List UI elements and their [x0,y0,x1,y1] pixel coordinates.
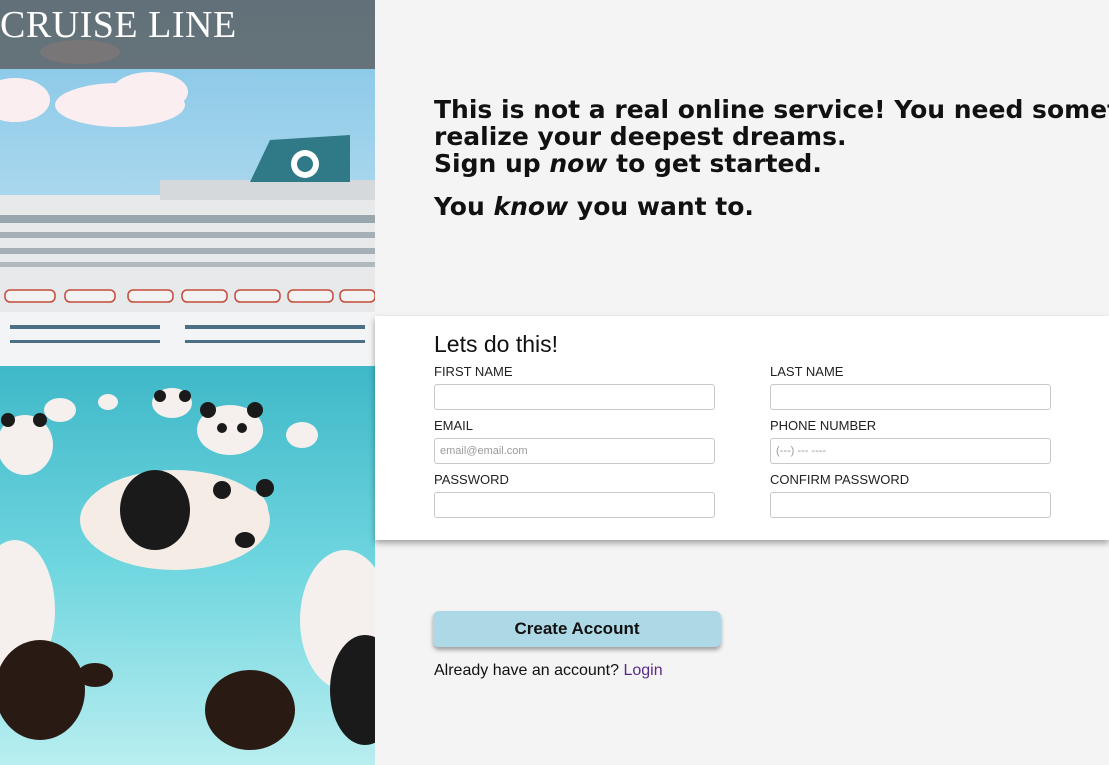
intro-line-3: Sign up now to get started. [434,149,822,178]
confirm-password-input[interactable] [770,492,1051,518]
intro-heading: This is not a real online service! You n… [434,96,1109,220]
last-name-label: LAST NAME [770,364,844,379]
login-prompt: Already have an account? Login [434,662,663,680]
phone-label: PHONE NUMBER [770,418,877,433]
phone-input[interactable] [770,438,1051,464]
first-name-input[interactable] [434,384,715,410]
create-account-button[interactable]: Create Account [433,611,721,647]
intro-line-2: realize your deepest dreams. [434,122,847,151]
signup-form: Lets do this! FIRST NAME LAST NAME EMAIL… [375,316,1109,540]
password-input[interactable] [434,492,715,518]
cruise-ship-pandas-illustration [0,0,375,765]
brand-bar: CRUISE LINE [0,0,375,69]
hero-image: CRUISE LINE [0,0,375,765]
intro-line-4: You know you want to. [434,192,754,220]
first-name-label: FIRST NAME [434,364,513,379]
confirm-password-label: CONFIRM PASSWORD [770,472,910,487]
brand-title: CRUISE LINE [0,4,237,46]
email-label: EMAIL [434,418,474,433]
form-title: Lets do this! [434,331,559,357]
password-label: PASSWORD [434,472,509,487]
email-input[interactable] [434,438,715,464]
intro-line-1: This is not a real online service! You n… [434,96,1109,124]
last-name-input[interactable] [770,384,1051,410]
login-prompt-text: Already have an account? [434,662,620,679]
login-link[interactable]: Login [623,662,662,679]
